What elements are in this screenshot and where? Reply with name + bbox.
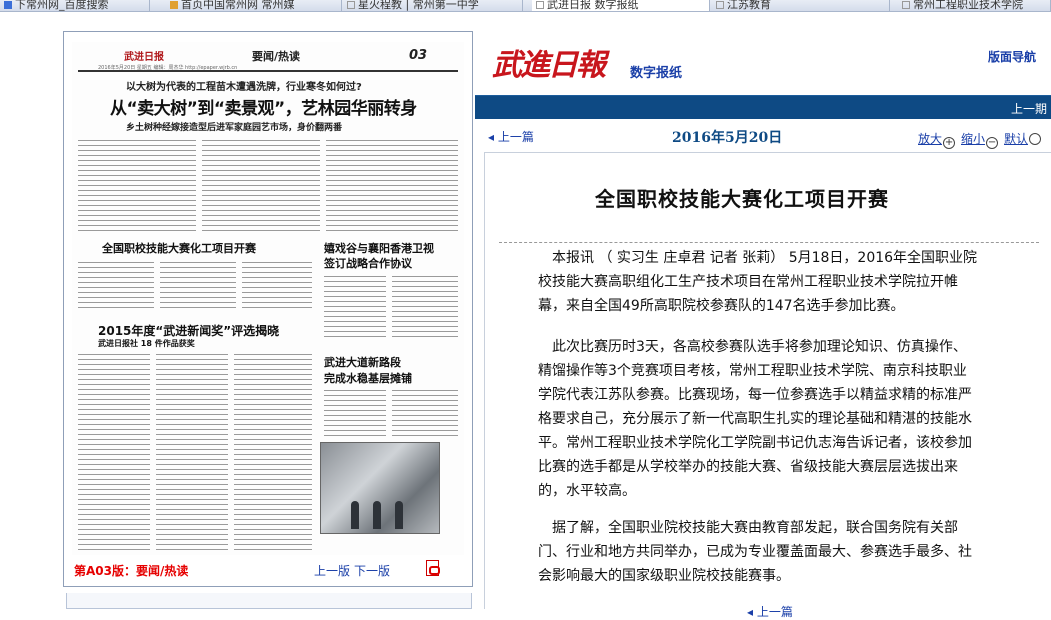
text-column [202, 138, 320, 234]
favicon-icon [170, 1, 178, 9]
thumbnail-story-sub: 武进日报社 18 件作品获奖 [98, 339, 195, 348]
favicon-icon [4, 1, 12, 9]
text-column [324, 274, 386, 340]
photo-figure [373, 501, 381, 529]
thumbnail-page-number: 03 [409, 48, 428, 63]
browser-tab[interactable]: 星火程教 | 常州第一中学 [343, 0, 523, 11]
text-column [324, 388, 386, 438]
prev-issue-link[interactable]: 上一期 [1011, 100, 1047, 117]
triangle-left-icon: ◂ [747, 605, 757, 619]
thumbnail-kicker: 以大树为代表的工程苗木遭遇洗牌，行业寒冬如何过? [126, 82, 362, 93]
zoom-out-button[interactable]: 缩小 − [961, 130, 999, 149]
zoom-default-label: 默认 [1004, 132, 1029, 146]
thumbnail-header: 武进日报 要闻/热读 03 2016年5月20日 星期五 编辑：周杰华 http… [78, 46, 458, 72]
triangle-left-icon: ◂ [488, 130, 498, 144]
bottom-prev-article-link[interactable]: ◂ 上一篇 [747, 603, 793, 620]
article-paragraph: 据了解，全国职业院校技能大赛由教育部发起，联合国务院有关部门、行业和地方共同举办… [538, 520, 972, 584]
pdf-icon[interactable] [426, 560, 440, 576]
browser-tab[interactable]: 常州工程职业技术学院 [898, 0, 1051, 11]
thumbnail-meta: 2016年5月20日 星期五 编辑：周杰华 http://epaper.wjrb… [98, 65, 238, 71]
thumbnail-story-title[interactable]: 全国职校技能大赛化工项目开赛 [102, 240, 256, 256]
article-panel: 全国职校技能大赛化工项目开赛 本报讯 （ 实习生 庄卓君 记者 张莉） 5月18… [484, 152, 1051, 619]
photo-figure [351, 501, 359, 529]
tab-label: 下常州网_百度搜索 [15, 0, 109, 11]
browser-tab-strip: 下常州网_百度搜索 首页中国常州网 常州媒 星火程教 | 常州第一中学 武进日报… [0, 0, 1051, 12]
text-column [242, 260, 312, 310]
bottom-prev-label: 上一篇 [756, 605, 793, 619]
news-photo [320, 442, 440, 534]
masthead: 武進日報 数字报纸 版面导航 [488, 38, 1051, 95]
text-column [392, 274, 458, 340]
thumbnail-story-title[interactable]: 签订战略合作协议 [324, 255, 412, 271]
prev-page-link[interactable]: 上一版 [314, 562, 350, 579]
browser-tab[interactable]: 武进日报 数字报纸 [532, 0, 710, 11]
tab-label: 常州工程职业技术学院 [913, 0, 1023, 11]
thumbnail-section: 要闻/热读 [252, 50, 301, 63]
page-thumbnail-frame: 武进日报 要闻/热读 03 2016年5月20日 星期五 编辑：周杰华 http… [63, 31, 473, 587]
photo-figure [395, 501, 403, 529]
issue-date: 2016年5月20日 [672, 130, 783, 146]
browser-tab[interactable]: 下常州网_百度搜索 [0, 0, 150, 11]
tab-label: 星火程教 | 常州第一中学 [358, 0, 479, 11]
article-paragraph: 此次比赛历时3天，各高校参赛队选手将参加理论知识、仿真操作、精馏操作等3个竞赛项… [538, 339, 972, 499]
thumbnail-headline[interactable]: 从“卖大树”到“卖景观”，艺林园华丽转身 [110, 94, 417, 119]
text-column [160, 260, 236, 310]
thumbnail-logo: 武进日报 [124, 52, 164, 63]
thumbnail-footer: 第A03版：要闻/热读 上一版 下一版 [64, 559, 472, 583]
thumbnail-story-title[interactable]: 完成水稳基层摊铺 [324, 370, 412, 386]
text-column [392, 388, 458, 438]
article-toolbar: ◂ 上一篇 2016年5月20日 放大 + 缩小 − 默认 [484, 126, 1051, 149]
page-section-label: 第A03版：要闻/热读 [74, 564, 189, 578]
zoom-out-label: 缩小 [961, 132, 986, 146]
newspaper-logo[interactable]: 武進日報 [492, 40, 606, 84]
digital-edition-label: 数字报纸 [630, 66, 683, 81]
page-icon [347, 1, 355, 9]
text-column [234, 352, 312, 552]
browser-tab[interactable]: 首页中国常州网 常州媒 [166, 0, 342, 11]
issue-nav-bar: 上一期 [475, 95, 1051, 119]
zoom-default-button[interactable]: 默认 [1004, 130, 1042, 147]
browser-tab[interactable]: 江苏教育 [712, 0, 890, 11]
text-column [78, 352, 150, 552]
newspaper-page-thumbnail[interactable]: 武进日报 要闻/热读 03 2016年5月20日 星期五 编辑：周杰华 http… [72, 42, 464, 555]
thumbnail-story-title[interactable]: 嬉戏谷与襄阳香港卫视 [324, 240, 434, 256]
text-column [78, 138, 196, 234]
article-title: 全国职校技能大赛化工项目开赛 [595, 187, 889, 211]
tab-label: 江苏教育 [727, 0, 771, 11]
text-column [326, 138, 458, 234]
page-navigation-link[interactable]: 版面导航 [988, 48, 1036, 65]
thumbnail-story-title[interactable]: 武进大道新路段 [324, 354, 401, 370]
page-icon [536, 1, 544, 9]
zoom-in-button[interactable]: 放大 + [918, 130, 956, 149]
zoom-in-label: 放大 [918, 132, 943, 146]
title-divider [499, 242, 1039, 243]
minus-circle-icon: − [986, 137, 999, 149]
thumbnail-subhead: 乡土树种经嫁接造型后进军家庭园艺市场，身价翻两番 [126, 123, 343, 133]
text-column [156, 352, 228, 552]
page-icon [716, 1, 724, 9]
page-icon [902, 1, 910, 9]
next-page-link[interactable]: 下一版 [354, 562, 390, 579]
text-column [78, 260, 154, 310]
article-paragraph: 本报讯 （ 实习生 庄卓君 记者 张莉） 5月18日，2016年全国职业院校技能… [538, 250, 978, 314]
tab-label: 武进日报 数字报纸 [547, 0, 639, 11]
thumbnail-story-title[interactable]: 2015年度“武进新闻奖”评选揭晓 [98, 322, 279, 339]
thumbnail-shadow [66, 593, 472, 609]
plus-circle-icon: + [943, 137, 956, 149]
prev-article-label: 上一篇 [497, 130, 534, 144]
prev-article-link[interactable]: ◂ 上一篇 [488, 128, 534, 145]
tab-label: 首页中国常州网 常州媒 [181, 0, 295, 11]
circle-icon [1029, 133, 1042, 145]
